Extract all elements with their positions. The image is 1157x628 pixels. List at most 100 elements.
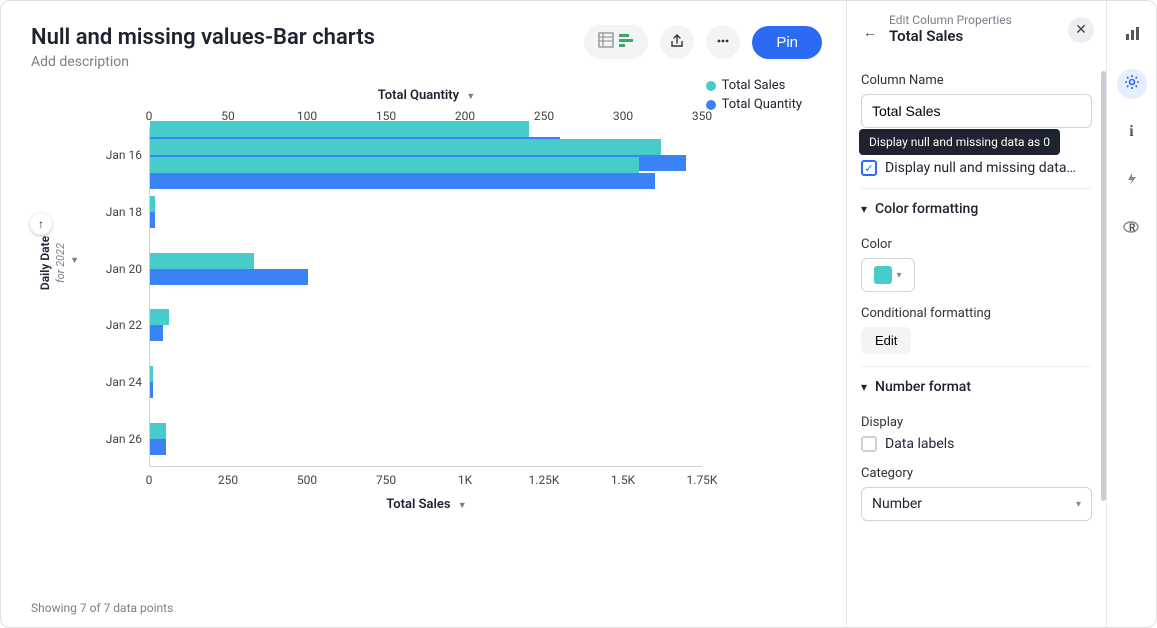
breadcrumb[interactable]: Edit Column Properties xyxy=(889,13,1012,27)
axis-title-label: Total Quantity xyxy=(378,88,459,103)
share-button[interactable] xyxy=(660,25,694,59)
plot-area[interactable]: ↑ Daily Date for 2022 ▼ Jan 16Jan 18Jan … xyxy=(149,127,702,467)
axis-title-label: Total Sales xyxy=(386,497,450,512)
chart-icon xyxy=(618,32,634,52)
chevron-down-icon: ▾ xyxy=(1076,499,1081,510)
bar-sales[interactable] xyxy=(150,366,153,382)
chart-description[interactable]: Add description xyxy=(31,54,375,70)
svg-text:R: R xyxy=(1129,223,1136,234)
panel-body: Column Name Display null and missing dat… xyxy=(847,57,1106,627)
properties-panel: ← Edit Column Properties Total Sales ✕ C… xyxy=(846,1,1106,627)
share-icon xyxy=(670,33,684,52)
legend-item-qty[interactable]: Total Quantity xyxy=(706,97,802,112)
scrollbar[interactable] xyxy=(1101,71,1106,501)
chevron-down-icon: ▾ xyxy=(896,270,901,281)
footer-status: Showing 7 of 7 data points xyxy=(31,601,822,615)
y-axis-tick: Jan 20 xyxy=(62,242,142,296)
panel-header: ← Edit Column Properties Total Sales ✕ xyxy=(847,13,1106,57)
bar-sales[interactable] xyxy=(150,253,254,269)
bar-sales[interactable] xyxy=(150,309,169,325)
scroll-up-button[interactable]: ↑ xyxy=(30,213,52,235)
rail-bolt-button[interactable] xyxy=(1117,165,1147,195)
back-button[interactable]: ← xyxy=(859,21,881,43)
checkbox-checked-icon: ✓ xyxy=(861,160,877,176)
axis-tick: 500 xyxy=(297,473,317,487)
chevron-down-icon: ▾ xyxy=(861,380,867,394)
more-button[interactable] xyxy=(706,25,740,59)
chevron-down-icon: ▾ xyxy=(861,202,867,216)
chart-container: Total Sales Total Quantity Total Quantit… xyxy=(31,78,822,593)
axis-title-label: Daily Date xyxy=(38,236,52,290)
null-display-checkbox-row[interactable]: ✓ Display null and missing data… xyxy=(861,160,1092,176)
bar-quantity[interactable] xyxy=(150,325,163,341)
color-swatch xyxy=(874,266,892,284)
close-icon: ✕ xyxy=(1075,22,1087,38)
info-icon: i xyxy=(1129,123,1133,141)
bar-sales[interactable] xyxy=(150,196,155,212)
legend-dot-icon xyxy=(706,81,716,91)
category-select[interactable]: Number ▾ xyxy=(861,487,1092,521)
data-labels-checkbox-row[interactable]: Data labels xyxy=(861,436,1092,452)
axis-tick: 350 xyxy=(692,109,712,123)
axis-tick: 1.75K xyxy=(687,473,718,487)
chevron-down-icon: ▼ xyxy=(458,501,467,511)
bar-sales[interactable] xyxy=(150,423,166,439)
category-label: Category xyxy=(861,466,1092,481)
header: Null and missing values-Bar charts Add d… xyxy=(31,25,822,70)
checkbox-label: Data labels xyxy=(885,436,954,452)
bar-quantity[interactable] xyxy=(150,173,655,189)
bar-quantity[interactable] xyxy=(150,382,153,398)
bar-sales[interactable] xyxy=(150,139,661,155)
bar-sales[interactable] xyxy=(150,157,639,173)
pin-button[interactable]: Pin xyxy=(752,26,822,59)
axis-tick: 250 xyxy=(218,473,238,487)
rail-r-button[interactable]: R xyxy=(1117,213,1147,243)
table-icon xyxy=(598,32,614,52)
main-area: Null and missing values-Bar charts Add d… xyxy=(1,1,846,627)
bottom-axis-title[interactable]: Total Sales ▼ xyxy=(31,497,822,512)
column-name-input[interactable] xyxy=(861,94,1092,128)
header-actions: Pin xyxy=(584,25,822,59)
bar-quantity[interactable] xyxy=(150,269,308,285)
axis-tick: 1.25K xyxy=(529,473,560,487)
bottom-axis-ticks: 02505007501K1.25K1.5K1.75K xyxy=(149,473,702,491)
chart-title[interactable]: Null and missing values-Bar charts xyxy=(31,25,375,50)
number-format-section[interactable]: ▾ Number format xyxy=(861,366,1092,407)
arrow-left-icon: ← xyxy=(863,24,877,41)
view-mode-toggle[interactable] xyxy=(584,25,648,59)
color-formatting-section[interactable]: ▾ Color formatting xyxy=(861,188,1092,229)
section-title: Number format xyxy=(875,379,971,395)
checkbox-unchecked-icon xyxy=(861,436,877,452)
section-title: Color formatting xyxy=(875,201,978,217)
y-axis-tick: Jan 16 xyxy=(62,128,142,182)
axis-tick: 1.5K xyxy=(611,473,635,487)
bar-quantity[interactable] xyxy=(150,212,155,228)
color-picker[interactable]: ▾ xyxy=(861,258,915,292)
display-label: Display xyxy=(861,415,1092,430)
bolt-icon xyxy=(1125,171,1139,190)
edit-conditional-format-button[interactable]: Edit xyxy=(861,327,911,354)
gear-icon xyxy=(1124,74,1140,94)
legend: Total Sales Total Quantity xyxy=(706,78,802,116)
bar-sales[interactable] xyxy=(150,121,529,137)
y-axis-tick: Jan 18 xyxy=(62,185,142,239)
bar-quantity[interactable] xyxy=(150,439,166,455)
axis-tick: 1K xyxy=(458,473,472,487)
dots-icon xyxy=(716,33,730,52)
top-axis-title[interactable]: Total Quantity ▼ xyxy=(31,88,822,103)
r-icon: R xyxy=(1123,219,1141,238)
close-button[interactable]: ✕ xyxy=(1068,17,1094,43)
legend-label: Total Quantity xyxy=(722,97,802,112)
rail-settings-button[interactable] xyxy=(1117,69,1147,99)
conditional-formatting-label: Conditional formatting xyxy=(861,306,1092,321)
axis-tick: 300 xyxy=(613,109,633,123)
rail-chart-button[interactable] xyxy=(1117,21,1147,51)
rail-info-button[interactable]: i xyxy=(1117,117,1147,147)
column-name-label: Column Name xyxy=(861,73,1092,88)
bar-chart-icon xyxy=(1124,26,1140,46)
checkbox-label: Display null and missing data… xyxy=(885,160,1076,176)
select-value: Number xyxy=(872,496,922,512)
chevron-down-icon: ▼ xyxy=(466,92,475,102)
legend-item-sales[interactable]: Total Sales xyxy=(706,78,802,93)
app-window: Null and missing values-Bar charts Add d… xyxy=(0,0,1157,628)
